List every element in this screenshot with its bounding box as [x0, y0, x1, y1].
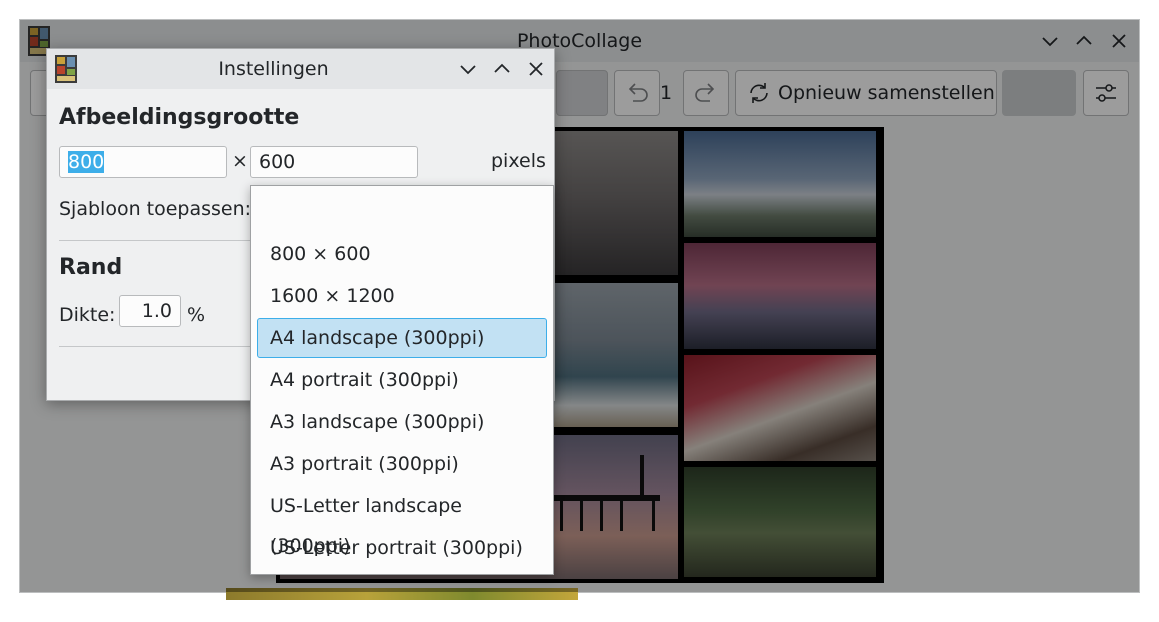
- template-option-a3-portrait[interactable]: A3 portrait (300ppi): [257, 444, 547, 484]
- close-icon: [529, 62, 543, 76]
- template-label: Sjabloon toepassen:: [59, 198, 252, 220]
- height-value: 600: [259, 151, 296, 173]
- times-symbol: ×: [232, 150, 248, 172]
- template-option-1600x1200[interactable]: 1600 × 1200: [257, 276, 547, 316]
- dialog-titlebar[interactable]: Instellingen: [47, 49, 554, 89]
- template-option-a3-landscape[interactable]: A3 landscape (300ppi): [257, 402, 547, 442]
- template-option-a4-portrait[interactable]: A4 portrait (300ppi): [257, 360, 547, 400]
- thickness-label: Dikte:: [59, 304, 116, 326]
- pixels-unit-label: pixels: [491, 150, 546, 172]
- image-size-heading: Afbeeldingsgrootte: [59, 105, 300, 130]
- thickness-input[interactable]: 1.0: [119, 295, 181, 327]
- chevron-down-icon: [460, 65, 476, 75]
- width-input[interactable]: 800: [59, 146, 227, 178]
- percent-label: %: [187, 304, 206, 326]
- thickness-value: 1.0: [141, 300, 172, 322]
- template-option-us-letter-landscape[interactable]: US-Letter landscape (300ppi): [257, 486, 547, 557]
- separator-top: [59, 240, 259, 241]
- chevron-up-icon: [494, 63, 510, 73]
- dialog-title: Instellingen: [218, 58, 329, 80]
- template-option-empty[interactable]: [257, 192, 547, 232]
- template-option-800x600[interactable]: 800 × 600: [257, 234, 547, 274]
- separator-bottom: [59, 346, 259, 347]
- template-option-us-letter-portrait[interactable]: US-Letter portrait (300ppi): [257, 528, 547, 568]
- width-value: 800: [68, 151, 105, 173]
- border-heading: Rand: [59, 255, 123, 280]
- dialog-minimize-button[interactable]: [455, 56, 481, 82]
- template-dropdown-list[interactable]: 800 × 600 1600 × 1200 A4 landscape (300p…: [250, 185, 554, 575]
- height-input[interactable]: 600: [250, 146, 418, 178]
- template-option-a4-landscape[interactable]: A4 landscape (300ppi): [257, 318, 547, 358]
- dialog-close-button[interactable]: [523, 56, 549, 82]
- dialog-maximize-button[interactable]: [489, 56, 515, 82]
